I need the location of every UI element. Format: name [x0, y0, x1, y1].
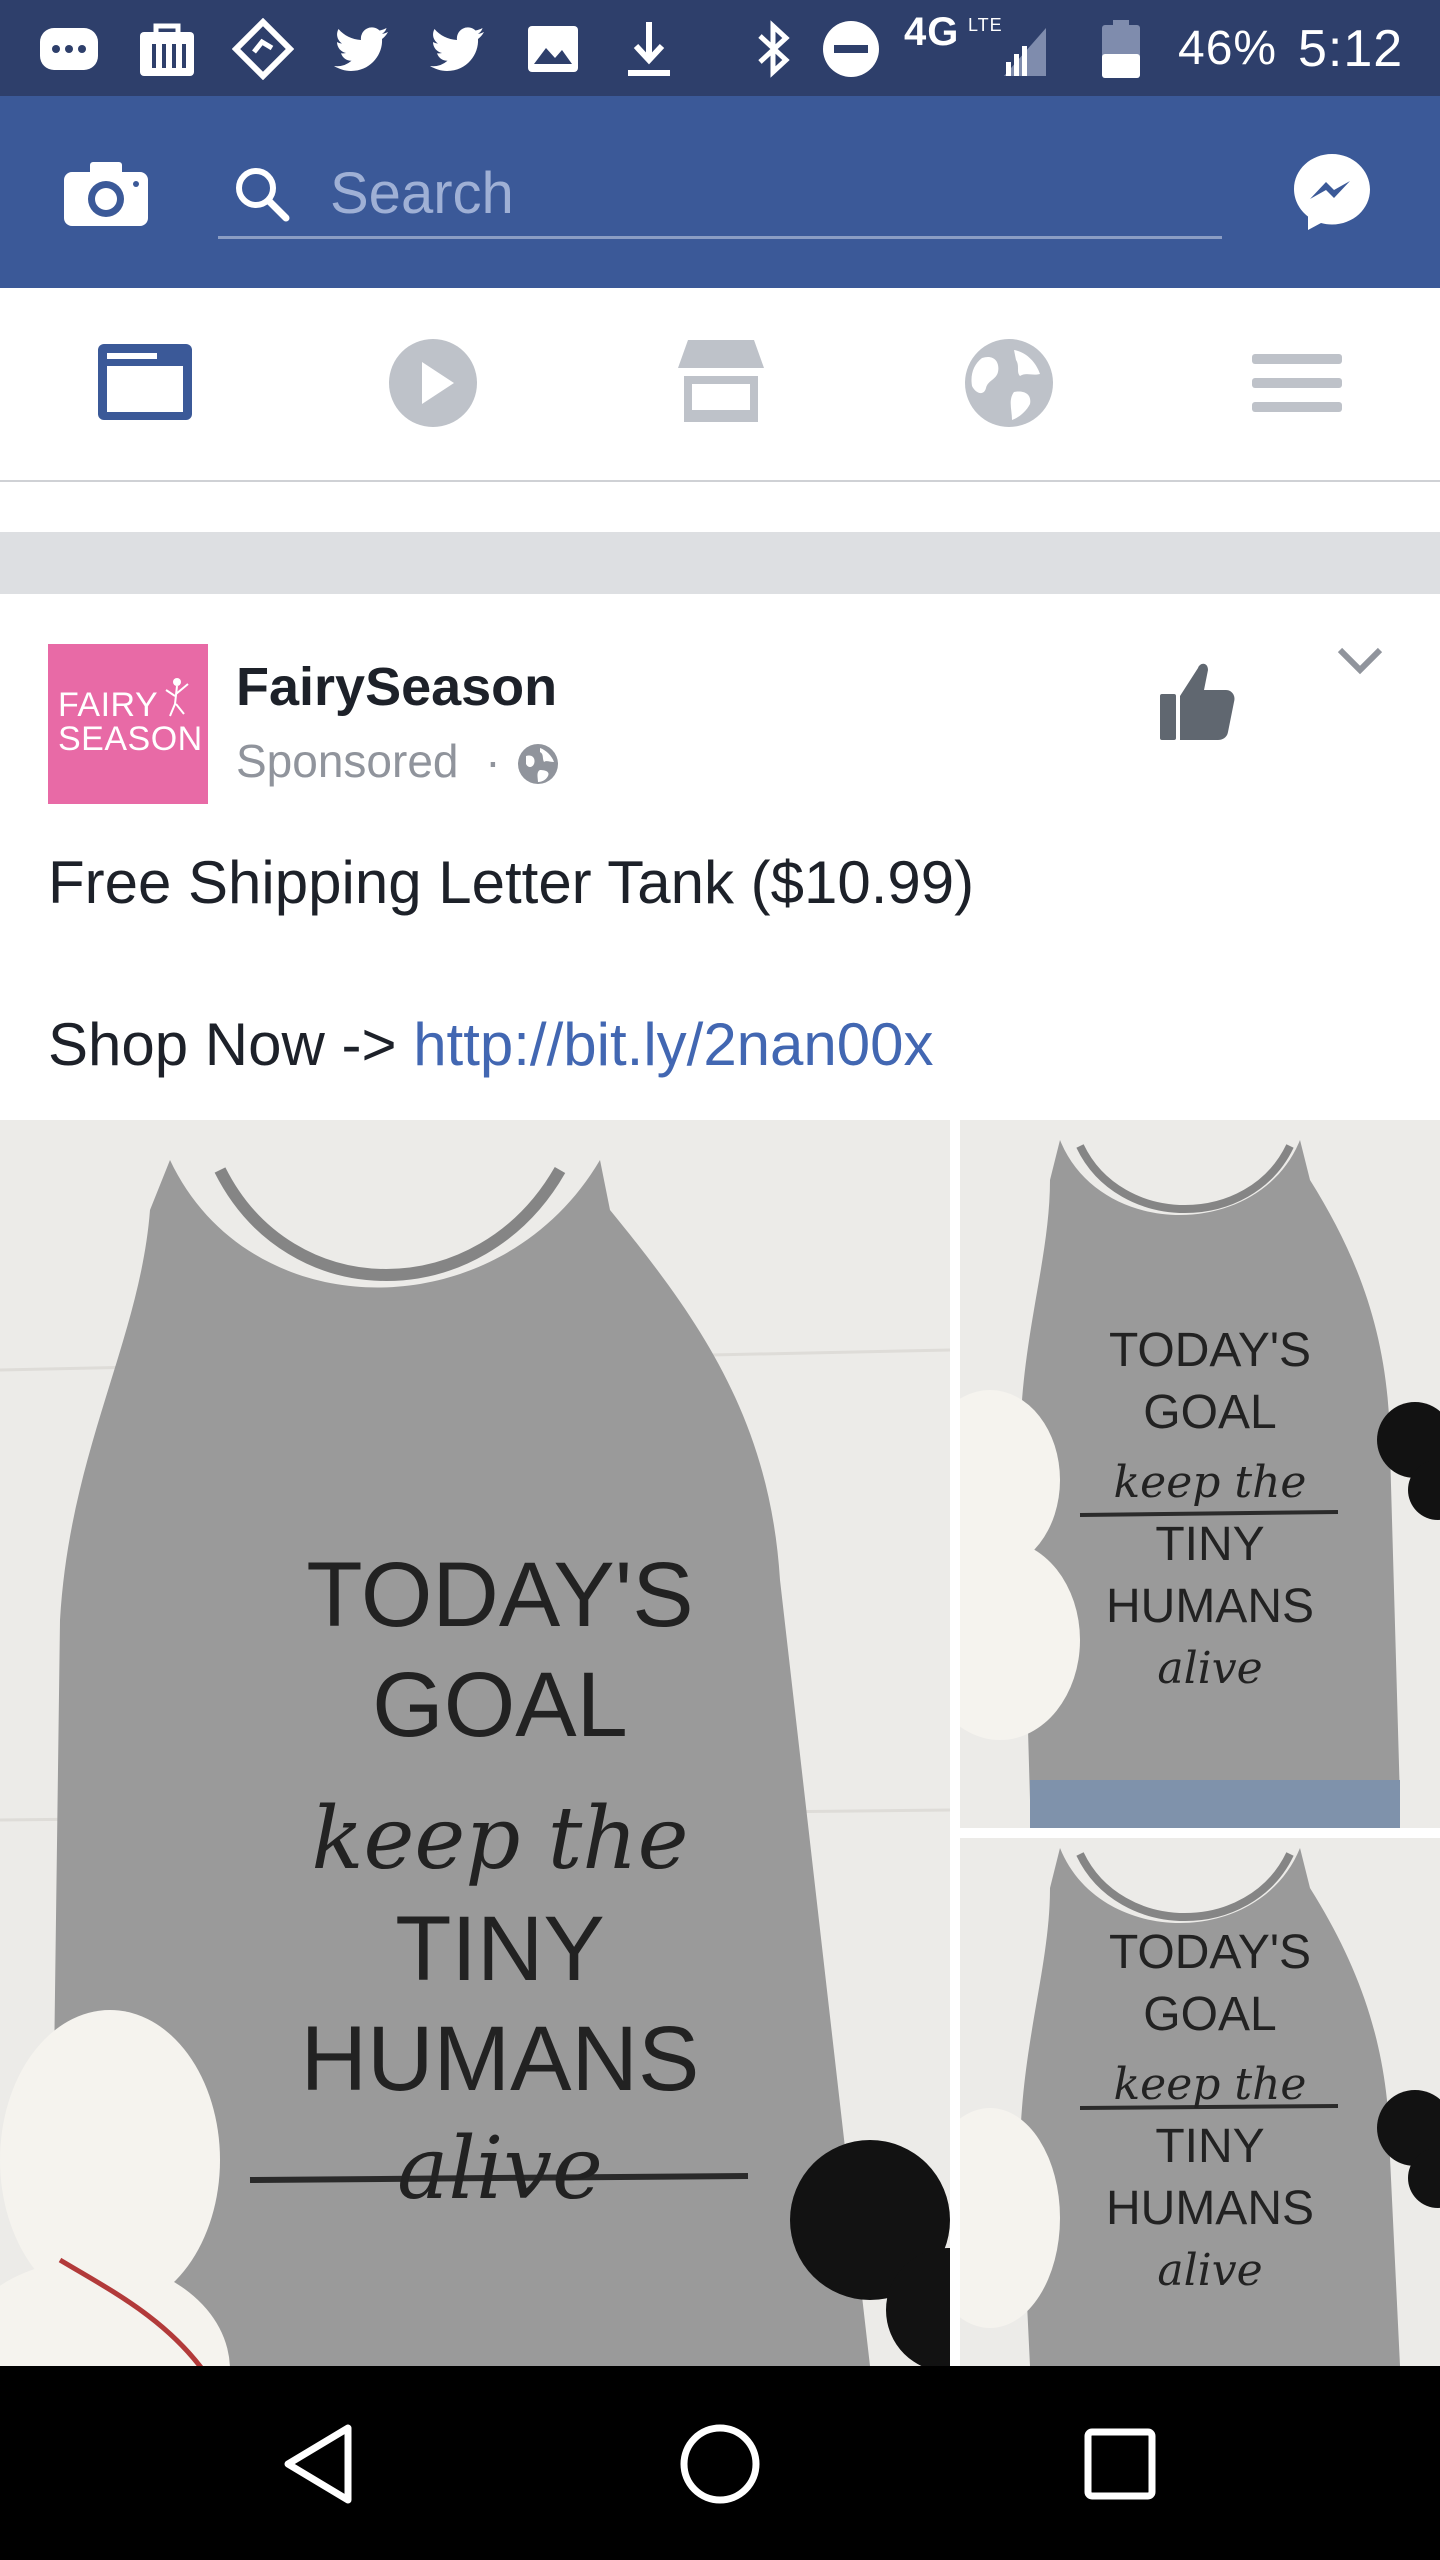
- post-text-line1: Free Shipping Letter Tank ($10.99): [48, 849, 975, 916]
- search-bar[interactable]: [218, 146, 1222, 239]
- public-globe-icon: [518, 744, 558, 784]
- download-icon: [618, 18, 680, 80]
- camera-button[interactable]: [62, 158, 150, 228]
- do-not-disturb-icon: [820, 18, 882, 80]
- avatar-text-line1: FAIRY: [58, 686, 159, 724]
- post-photo-main[interactable]: TODAY'S GOAL keep the TINY HUMANS alive: [0, 1120, 950, 2366]
- messenger-icon: [1294, 154, 1370, 230]
- page-name[interactable]: FairySeason: [236, 656, 557, 718]
- shirt-print-small-2: TODAY'S GOAL keep the TINY HUMANS alive: [1070, 1922, 1350, 2302]
- tab-video[interactable]: [378, 328, 488, 438]
- image-icon: [522, 18, 584, 80]
- post-photo-3[interactable]: TODAY'S GOAL keep the TINY HUMANS alive: [960, 1838, 1440, 2366]
- shirt-print-line3: TINY HUMANS: [300, 1898, 700, 2110]
- avatar-text-line2: SEASON: [58, 720, 203, 758]
- shirt-print-line4: alive: [397, 2119, 603, 2219]
- store-icon: [678, 340, 764, 422]
- sponsored-post: FAIRY SEASON FairySeason Sponsored · Fre…: [0, 594, 1440, 2366]
- bluetooth-icon: [742, 18, 804, 80]
- search-input[interactable]: [328, 156, 1192, 230]
- page-avatar[interactable]: FAIRY SEASON: [48, 644, 208, 804]
- photo-divider-horizontal: [960, 1828, 1440, 1838]
- thumbs-up-icon: [1160, 663, 1235, 740]
- post-link[interactable]: http://bit.ly/2nan00x: [413, 1011, 933, 1078]
- signal-icon: [1000, 18, 1050, 80]
- tab-news-feed[interactable]: [90, 328, 200, 438]
- shirt-print-small-2-line4: alive: [1157, 2245, 1263, 2296]
- globe-icon: [965, 339, 1053, 427]
- chat-icon: [38, 18, 100, 80]
- news-feed-icon: [98, 344, 192, 420]
- shirt-print-small-2-line2: keep the: [1113, 2059, 1307, 2110]
- recents-button[interactable]: [1072, 2416, 1168, 2512]
- tab-marketplace[interactable]: [666, 328, 776, 438]
- system-nav-bar: [0, 2366, 1440, 2560]
- hamburger-icon: [1252, 354, 1342, 412]
- battery-percent: 46%: [1178, 22, 1278, 75]
- home-icon: [680, 2424, 760, 2504]
- post-meta: Sponsored ·: [236, 734, 501, 790]
- shirt-print-small-1-line4: alive: [1157, 1643, 1263, 1694]
- camera-icon: [64, 162, 148, 226]
- shop-now-text: Shop Now ->: [48, 1011, 397, 1078]
- meta-separator: ·: [485, 735, 501, 787]
- shirt-print: TODAY'S GOAL keep the TINY HUMANS alive: [240, 1540, 760, 2224]
- shirt-print-small-2-line3: TINY HUMANS: [1105, 2120, 1314, 2235]
- tab-menu[interactable]: [1242, 328, 1352, 438]
- search-icon: [236, 168, 290, 222]
- twitter-icon: [330, 18, 392, 80]
- post-text-line2: Shop Now -> http://bit.ly/2nan00x: [48, 1010, 934, 1079]
- like-page-button[interactable]: [1156, 654, 1236, 744]
- shirt-print-small-1-line3: TINY HUMANS: [1105, 1518, 1314, 1633]
- shirt-print-small-1-line1: TODAY'S GOAL: [1108, 1324, 1312, 1439]
- chevron-down-icon: [1337, 647, 1383, 675]
- tag-icon: [231, 17, 295, 81]
- recents-icon: [1084, 2428, 1156, 2500]
- clock: 5:12: [1298, 20, 1404, 78]
- shirt-print-small-2-line1: TODAY'S GOAL: [1108, 1926, 1312, 2041]
- post-photo-2[interactable]: TODAY'S GOAL keep the TINY HUMANS alive: [960, 1120, 1440, 1828]
- network-subtype: LTE: [968, 15, 1003, 35]
- battery-icon: [1098, 18, 1144, 80]
- photo-divider-vertical: [950, 1120, 960, 2366]
- status-bar: 4G LTE 46% 5:12: [0, 0, 1440, 96]
- play-icon: [389, 339, 477, 427]
- shirt-print-line1: TODAY'S GOAL: [306, 1544, 694, 1756]
- home-button[interactable]: [672, 2416, 768, 2512]
- top-bar: [0, 96, 1440, 288]
- shopping-bag-icon: [136, 18, 198, 80]
- shirt-print-small-1-line2: keep the: [1113, 1457, 1307, 1508]
- fairy-logo-icon: [165, 678, 189, 717]
- shirt-print-line2: keep the: [311, 1789, 689, 1889]
- post-options-button[interactable]: [1334, 642, 1386, 682]
- back-icon: [284, 2424, 352, 2504]
- shirt-print-small-1: TODAY'S GOAL keep the TINY HUMANS alive: [1070, 1320, 1350, 1700]
- sponsored-label: Sponsored: [236, 735, 459, 787]
- tab-notifications[interactable]: [954, 328, 1064, 438]
- back-button[interactable]: [274, 2416, 370, 2512]
- feed-divider: [0, 532, 1440, 594]
- twitter-icon: [426, 18, 488, 80]
- messenger-button[interactable]: [1290, 150, 1374, 234]
- tab-bar: [0, 288, 1440, 482]
- network-type: 4G: [904, 10, 960, 54]
